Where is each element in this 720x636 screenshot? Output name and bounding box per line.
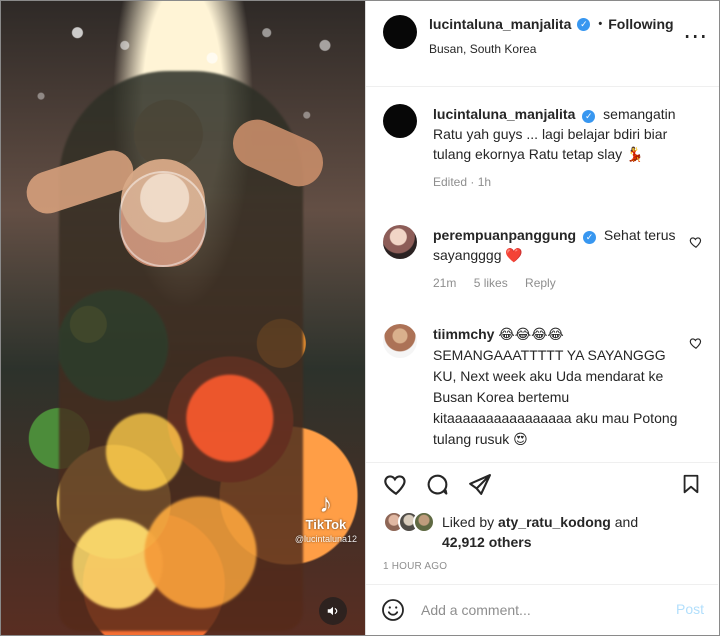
post-author-line: lucintaluna_manjalita ✓ • Following bbox=[429, 16, 674, 33]
dancer-right-arm bbox=[225, 111, 331, 195]
liked-by-user-link[interactable]: aty_ratu_kodong bbox=[498, 514, 611, 530]
tiktok-watermark: ♪ TikTok @lucintaluna12 bbox=[294, 488, 357, 544]
post-comment-button[interactable]: Post bbox=[676, 601, 704, 617]
comment-button[interactable] bbox=[424, 471, 450, 497]
comment-time: 21m bbox=[433, 276, 457, 290]
verified-icon: ✓ bbox=[582, 110, 596, 123]
heart-icon bbox=[384, 475, 406, 496]
comment-body: tiimmchy 😂😂😂😂 SEMANGAAATTTTT YA SAYANGGG… bbox=[433, 324, 685, 450]
likes-summary[interactable]: Liked by aty_ratu_kodong and 42,912 othe… bbox=[383, 508, 703, 554]
tiktok-logo-icon: ♪ bbox=[319, 488, 333, 518]
commenter-avatar[interactable] bbox=[383, 324, 417, 358]
tiktok-watermark-text: TikTok bbox=[305, 517, 347, 532]
post-header: lucintaluna_manjalita ✓ • Following Busa… bbox=[366, 1, 719, 87]
post-author-avatar[interactable] bbox=[383, 15, 417, 49]
comment-reply-button[interactable]: Reply bbox=[525, 276, 556, 290]
post-timestamp[interactable]: 1 HOUR AGO bbox=[383, 561, 447, 572]
share-button[interactable] bbox=[466, 471, 492, 497]
post-location[interactable]: Busan, South Korea bbox=[429, 41, 674, 57]
like-button[interactable] bbox=[383, 471, 409, 497]
send-icon bbox=[468, 473, 491, 495]
likes-count-link[interactable]: 42,912 others bbox=[442, 534, 532, 550]
caption-username[interactable]: lucintaluna_manjalita bbox=[433, 106, 575, 122]
more-horizontal-icon: ⋯ bbox=[683, 23, 707, 50]
post-media[interactable]: ♪ TikTok @lucintaluna12 bbox=[1, 1, 365, 635]
following-button[interactable]: Following bbox=[608, 16, 673, 33]
bookmark-icon bbox=[683, 474, 699, 494]
liked-by-avatars bbox=[383, 511, 435, 533]
likes-text: Liked by aty_ratu_kodong and 42,912 othe… bbox=[442, 512, 638, 552]
comment-body: perempuanpanggung ✓ Sehat terus sayanggg… bbox=[433, 225, 685, 293]
comment-username[interactable]: perempuanpanggung bbox=[433, 227, 576, 243]
caption-body: lucintaluna_manjalita ✓ semangatin Ratu … bbox=[433, 104, 685, 192]
post-author-text: lucintaluna_manjalita ✓ • Following Busa… bbox=[429, 16, 674, 57]
post-side-panel: lucintaluna_manjalita ✓ • Following Busa… bbox=[365, 1, 719, 635]
separator-dot: • bbox=[598, 18, 603, 30]
add-comment-bar: Post bbox=[366, 584, 718, 635]
post-author-username[interactable]: lucintaluna_manjalita bbox=[429, 16, 571, 33]
caption-author-avatar[interactable] bbox=[383, 104, 417, 138]
comment-input[interactable] bbox=[421, 602, 671, 618]
save-button[interactable] bbox=[678, 471, 704, 497]
post-actions-bar bbox=[366, 462, 718, 504]
more-options-button[interactable]: ⋯ bbox=[683, 23, 707, 50]
smiley-icon bbox=[382, 599, 404, 621]
liked-user-avatar bbox=[413, 511, 435, 533]
commenter-avatar[interactable] bbox=[383, 225, 417, 259]
verified-icon: ✓ bbox=[583, 231, 597, 244]
mute-button[interactable] bbox=[319, 597, 347, 625]
comment-like-heart-icon[interactable] bbox=[689, 235, 703, 249]
post-author-row: lucintaluna_manjalita ✓ • Following Busa… bbox=[383, 15, 719, 57]
comment-like-heart-icon[interactable] bbox=[689, 336, 703, 350]
comment-username[interactable]: tiimmchy bbox=[433, 326, 494, 342]
liked-by-connector: and bbox=[614, 514, 639, 530]
comment-bubble-icon bbox=[427, 474, 447, 495]
liked-by-prefix: Liked by bbox=[442, 514, 495, 530]
caption-meta: Edited · 1h bbox=[433, 175, 492, 189]
speaker-icon bbox=[327, 606, 338, 616]
tiktok-watermark-user: @lucintaluna12 bbox=[294, 534, 357, 544]
instagram-post-window: ♪ TikTok @lucintaluna12 lucintaluna_manj… bbox=[0, 0, 720, 636]
comment-like-count[interactable]: 5 likes bbox=[474, 276, 508, 290]
emoji-button[interactable] bbox=[379, 596, 407, 624]
comment-meta: 21m 5 likes Reply bbox=[433, 273, 685, 293]
verified-icon: ✓ bbox=[577, 18, 591, 31]
comments-scroll-area[interactable]: lucintaluna_manjalita ✓ semangatin Ratu … bbox=[366, 88, 718, 462]
face-wrap bbox=[119, 171, 207, 267]
comment-text: 😂😂😂😂 SEMANGAAATTTTT YA SAYANGGG KU, Next… bbox=[433, 326, 678, 447]
